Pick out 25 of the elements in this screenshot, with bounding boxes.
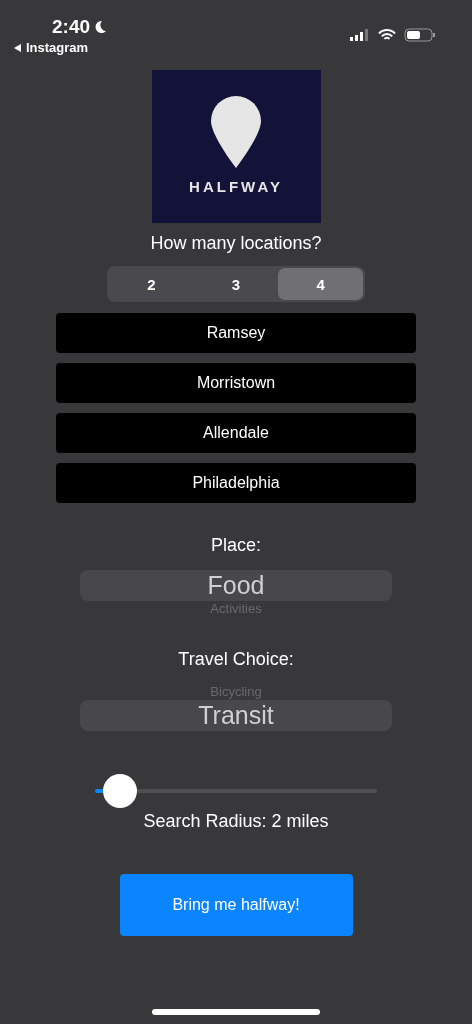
picker-item[interactable]: Transit bbox=[80, 700, 392, 731]
slider-thumb[interactable] bbox=[103, 774, 138, 808]
battery-icon bbox=[404, 28, 436, 42]
segment-option[interactable]: 2 bbox=[109, 268, 194, 300]
location-field[interactable]: Morristown bbox=[56, 363, 416, 403]
picker-item[interactable]: Food bbox=[80, 570, 392, 601]
location-field[interactable]: Philadelphia bbox=[56, 463, 416, 503]
radius-slider[interactable] bbox=[95, 774, 377, 808]
back-app-link[interactable]: Instagram bbox=[26, 40, 89, 55]
question-label: How many locations? bbox=[150, 233, 322, 254]
segment-option[interactable]: 4 bbox=[278, 268, 363, 300]
map-pin-icon bbox=[211, 96, 261, 168]
location-field[interactable]: Ramsey bbox=[56, 313, 416, 353]
location-field[interactable]: Allendale bbox=[56, 413, 416, 453]
radius-reading: Search Radius: 2 miles bbox=[143, 811, 329, 832]
travel-label: Travel Choice: bbox=[178, 649, 294, 670]
moon-icon bbox=[93, 20, 108, 34]
signal-icon bbox=[350, 29, 370, 41]
segment-option[interactable]: 3 bbox=[193, 268, 279, 300]
wifi-icon bbox=[378, 28, 396, 42]
place-label: Place: bbox=[211, 535, 261, 556]
clock-time: 2:40 bbox=[52, 16, 91, 38]
logo-wordmark: HALFWAY bbox=[189, 178, 283, 195]
back-icon[interactable] bbox=[14, 43, 22, 52]
submit-button[interactable]: Bring me halfway! bbox=[119, 874, 353, 936]
